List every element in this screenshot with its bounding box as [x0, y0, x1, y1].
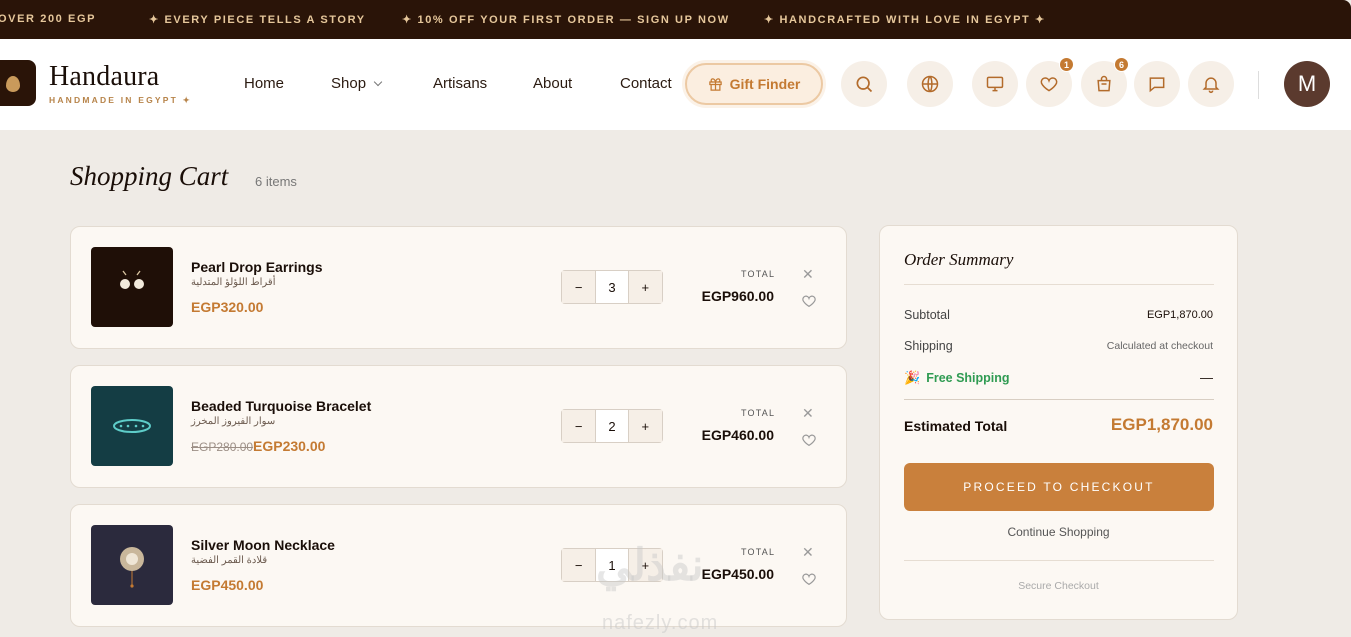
- announcement-text: ✦ 10% OFF YOUR FIRST ORDER — SIGN UP NOW: [402, 14, 730, 26]
- gift-icon: [708, 77, 722, 91]
- estimated-total-value: EGP1,870.00: [1110, 415, 1213, 434]
- nav-about[interactable]: About: [533, 75, 572, 92]
- announcement-bar: OVER 200 EGP ✦ EVERY PIECE TELLS A STORY…: [0, 0, 1351, 39]
- decrease-button[interactable]: −: [562, 549, 596, 581]
- increase-button[interactable]: +: [628, 271, 662, 303]
- close-icon[interactable]: ✕: [802, 266, 814, 283]
- cart-item: Beaded Turquoise Bracelet سوار الفيروز ا…: [70, 365, 847, 488]
- announcement-text: ✦ EVERY PIECE TELLS A STORY: [149, 14, 366, 26]
- product-name[interactable]: Pearl Drop Earrings: [191, 259, 323, 275]
- close-icon[interactable]: ✕: [802, 405, 814, 422]
- gift-finder-label: Gift Finder: [729, 76, 801, 92]
- product-price: EGP450.00: [191, 577, 264, 593]
- order-summary: Order Summary Subtotal EGP1,870.00 Shipp…: [879, 225, 1238, 620]
- gift-finder-button[interactable]: Gift Finder: [685, 63, 823, 105]
- header-divider: [1258, 71, 1259, 99]
- notifications-button[interactable]: [1188, 61, 1234, 107]
- brand-name[interactable]: Handaura: [49, 61, 159, 93]
- summary-divider: [904, 560, 1214, 561]
- product-arabic-name: سوار الفيروز المخرز: [191, 416, 276, 427]
- cart-item: Pearl Drop Earrings أقراط اللؤلؤ المتدلي…: [70, 226, 847, 349]
- quantity-value[interactable]: 2: [595, 410, 629, 442]
- free-shipping-row: 🎉 Free Shipping: [904, 370, 1010, 386]
- nav-shop-label: Shop: [331, 75, 367, 92]
- nav-shop[interactable]: Shop: [331, 75, 383, 92]
- avatar[interactable]: M: [1284, 61, 1330, 107]
- search-button[interactable]: [841, 61, 887, 107]
- language-button[interactable]: [907, 61, 953, 107]
- heart-icon[interactable]: [801, 432, 817, 448]
- bag-icon: [1097, 75, 1111, 92]
- increase-button[interactable]: +: [628, 410, 662, 442]
- decrease-button[interactable]: −: [562, 271, 596, 303]
- line-total-value: EGP960.00: [701, 288, 774, 304]
- logo-icon[interactable]: [0, 60, 36, 106]
- product-image[interactable]: [91, 247, 173, 327]
- summary-divider: [904, 284, 1214, 285]
- nav-contact[interactable]: Contact: [620, 75, 672, 92]
- summary-divider: [904, 399, 1214, 400]
- summary-title: Order Summary: [904, 250, 1014, 269]
- messages-button[interactable]: [1134, 61, 1180, 107]
- announcement-text: OVER 200 EGP: [0, 13, 97, 25]
- heart-icon[interactable]: [801, 293, 817, 309]
- cart-item: Silver Moon Necklace قلادة القمر الفضية …: [70, 504, 847, 627]
- product-arabic-name: أقراط اللؤلؤ المتدلية: [191, 277, 276, 288]
- nav-artisans[interactable]: Artisans: [433, 75, 487, 92]
- line-total-label: TOTAL: [741, 408, 776, 418]
- decrease-button[interactable]: −: [562, 410, 596, 442]
- watermark-arabic: نفذلي: [596, 541, 704, 590]
- chat-icon: [1149, 77, 1165, 93]
- shipping-label: Shipping: [904, 339, 953, 353]
- product-price: EGP230.00: [253, 438, 326, 454]
- bell-icon: [1202, 77, 1220, 94]
- quantity-stepper: − 3 +: [561, 270, 663, 304]
- proceed-to-checkout-button[interactable]: PROCEED TO CHECKOUT: [904, 463, 1214, 511]
- product-image[interactable]: [91, 386, 173, 466]
- product-name[interactable]: Silver Moon Necklace: [191, 537, 335, 553]
- continue-shopping-link[interactable]: Continue Shopping: [880, 525, 1237, 539]
- subtotal-label: Subtotal: [904, 308, 950, 322]
- globe-icon: [921, 75, 939, 93]
- chevron-down-icon: [373, 77, 383, 87]
- announcement-text: ✦ HANDCRAFTED WITH LOVE IN EGYPT ✦: [764, 14, 1046, 26]
- subtotal-value: EGP1,870.00: [1146, 309, 1213, 321]
- line-total-value: EGP450.00: [701, 566, 774, 582]
- estimated-total-label: Estimated Total: [904, 418, 1008, 434]
- heart-icon: [1040, 77, 1058, 92]
- monitor-icon: [986, 76, 1004, 92]
- page-title: Shopping Cart: [70, 161, 229, 191]
- wishlist-button[interactable]: 1: [1026, 57, 1074, 107]
- close-icon[interactable]: ✕: [802, 544, 814, 561]
- shipping-value: Calculated at checkout: [1106, 340, 1213, 352]
- nav-home[interactable]: Home: [244, 75, 284, 92]
- quantity-value[interactable]: 3: [595, 271, 629, 303]
- product-image[interactable]: [91, 525, 173, 605]
- wishlist-count-badge: 1: [1059, 57, 1074, 72]
- secure-checkout-label: Secure Checkout: [1018, 580, 1099, 592]
- brand-tagline: HANDMADE IN EGYPT ✦: [49, 95, 192, 105]
- watermark-url: nafezly.com: [602, 612, 719, 634]
- cart-button[interactable]: 6: [1081, 57, 1129, 107]
- line-total-value: EGP460.00: [701, 427, 774, 443]
- display-button[interactable]: [972, 61, 1018, 107]
- original-price: EGP280.00: [191, 440, 254, 454]
- search-icon: [856, 76, 873, 93]
- party-icon: 🎉: [904, 370, 921, 385]
- cart-count-badge: 6: [1114, 57, 1129, 72]
- line-total-label: TOTAL: [741, 547, 776, 557]
- free-shipping-value: —: [1200, 370, 1213, 385]
- product-price: EGP320.00: [191, 299, 264, 315]
- product-name[interactable]: Beaded Turquoise Bracelet: [191, 398, 371, 414]
- free-shipping-label: Free Shipping: [926, 371, 1010, 385]
- product-arabic-name: قلادة القمر الفضية: [191, 555, 268, 566]
- line-total-label: TOTAL: [741, 269, 776, 279]
- cart-item-count: 6 items: [255, 174, 297, 189]
- site-header: Handaura HANDMADE IN EGYPT ✦ Home Shop A…: [0, 39, 1351, 130]
- quantity-stepper: − 2 +: [561, 409, 663, 443]
- heart-icon[interactable]: [801, 571, 817, 587]
